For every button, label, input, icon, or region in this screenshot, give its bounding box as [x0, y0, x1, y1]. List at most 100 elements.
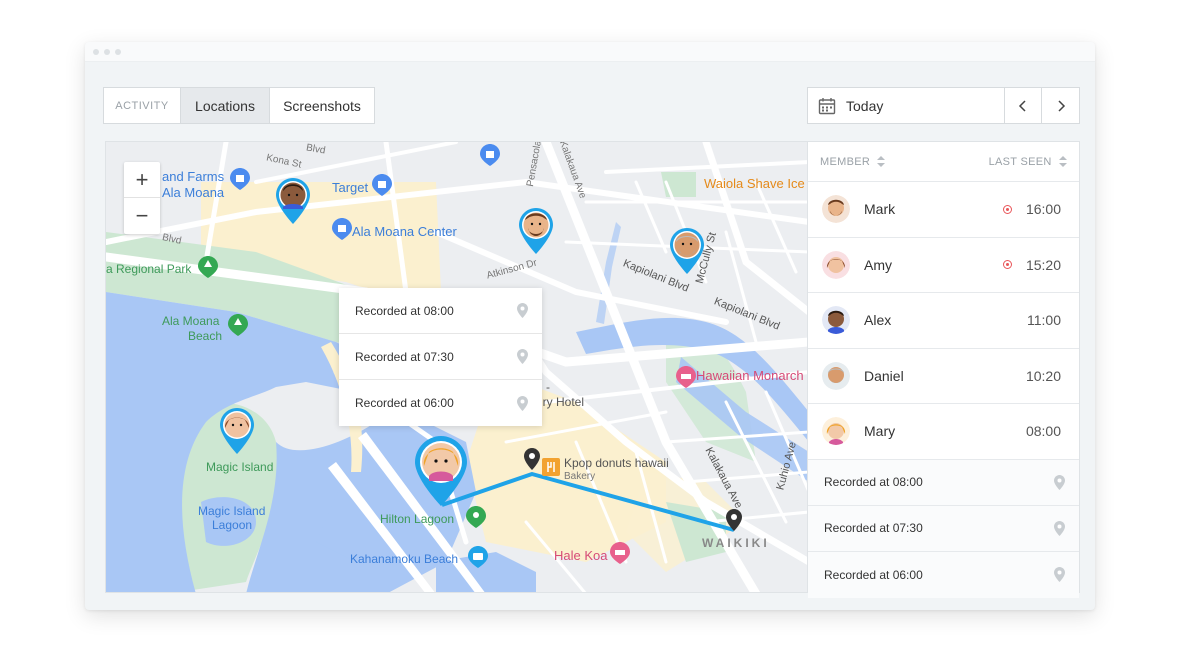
record-label: Recorded at 08:00	[824, 475, 923, 489]
shopping-bag-icon	[372, 174, 392, 196]
park-icon	[228, 314, 248, 336]
record-row[interactable]: Recorded at 08:00	[808, 459, 1079, 506]
window-dot	[93, 49, 99, 55]
view-tabs: ACTIVITY Locations Screenshots	[103, 87, 375, 124]
record-row[interactable]: Recorded at 07:30	[808, 505, 1079, 552]
map-view[interactable]: Kona St Blvd and Farms Ala Moana Target …	[105, 141, 808, 593]
record-label: Recorded at 07:30	[355, 349, 454, 364]
member-name: Mary	[864, 423, 896, 440]
shopping-bag-icon	[332, 218, 352, 240]
member-name: Amy	[864, 256, 892, 273]
map-label: ury Hotel	[536, 395, 585, 409]
member-last-seen: 08:00	[1025, 423, 1061, 440]
map-label: Lagoon	[212, 518, 253, 532]
record-label: Recorded at 06:00	[355, 396, 454, 410]
member-row[interactable]: Alex 11:00	[808, 293, 1079, 349]
sort-icon	[1059, 156, 1067, 168]
popup-record-row[interactable]: Recorded at 07:30	[339, 334, 542, 380]
title-bar	[85, 42, 1095, 62]
member-row[interactable]: Mary 08:00	[808, 404, 1079, 460]
popup-record-row[interactable]: Recorded at 08:00	[339, 288, 542, 334]
record-label: Recorded at 07:30	[824, 521, 923, 535]
shopping-bag-icon	[230, 168, 250, 190]
map-label: Ala Moana Center	[352, 224, 457, 239]
location-pin-icon	[1054, 567, 1065, 582]
hotel-icon	[610, 542, 630, 564]
date-picker-button[interactable]: Today	[808, 88, 1005, 123]
member-name: Mark	[864, 201, 896, 218]
map-label: Waiola Shave Ice	[704, 176, 805, 191]
restaurant-icon	[542, 458, 560, 476]
avatar	[822, 250, 850, 279]
record-label: Recorded at 06:00	[824, 567, 923, 582]
member-pin-avatar-selected[interactable]	[413, 434, 469, 508]
map-label: Ala Moana	[162, 314, 220, 328]
member-row[interactable]: Daniel 10:20	[808, 349, 1079, 404]
column-header-last-seen: LAST SEEN	[988, 155, 1052, 168]
park-icon	[198, 256, 218, 278]
map-label: Kpop donuts hawaii	[564, 456, 669, 470]
member-name: Alex	[864, 312, 892, 329]
members-table-header: MEMBER LAST SEEN	[808, 142, 1079, 182]
popup-record-row[interactable]: Recorded at 06:00	[339, 380, 542, 426]
window-dot	[115, 49, 121, 55]
record-label: Recorded at 08:00	[355, 303, 454, 318]
member-last-seen: 16:00	[1025, 201, 1061, 218]
location-pin-icon	[1054, 474, 1065, 490]
camera-icon	[468, 546, 488, 568]
location-pin-icon[interactable]	[726, 509, 742, 531]
record-row[interactable]: Recorded at 06:00	[808, 551, 1079, 598]
member-pin-avatar[interactable]	[274, 176, 312, 226]
member-row[interactable]: Mark 16:00	[808, 182, 1079, 238]
map-label: Hale Koa	[554, 548, 608, 563]
member-pin-avatar[interactable]	[668, 226, 706, 276]
sort-member-column[interactable]: MEMBER	[820, 155, 886, 168]
zoom-controls: + −	[124, 162, 160, 234]
location-history-popup: Recorded at 08:00 Recorded at 07:30 Reco…	[339, 288, 542, 426]
location-pin-icon[interactable]	[524, 448, 540, 470]
zoom-out-button[interactable]: −	[124, 198, 160, 234]
map-label: Hilton Lagoon	[380, 512, 455, 526]
member-last-seen: 10:20	[1025, 367, 1061, 384]
member-last-seen: 11:00	[1027, 312, 1061, 329]
tab-screenshots[interactable]: Screenshots	[270, 88, 374, 123]
window-dot	[104, 49, 110, 55]
map-label: Beach	[188, 329, 223, 343]
member-last-seen: 15:20	[1025, 256, 1061, 273]
member-pin-avatar[interactable]	[517, 206, 555, 256]
map-label: Bakery	[564, 471, 596, 482]
tab-activity[interactable]: ACTIVITY	[104, 88, 181, 123]
column-header-member: MEMBER	[820, 155, 871, 168]
map-label: Kahanamoku Beach	[350, 552, 459, 566]
location-pin-icon	[1054, 520, 1065, 536]
previous-day-button[interactable]	[1005, 88, 1042, 123]
member-name: Daniel	[864, 367, 904, 384]
sort-last-seen-column[interactable]: LAST SEEN	[989, 156, 1067, 168]
date-selector: Today	[807, 87, 1080, 124]
map-label: WAIKIKI	[702, 536, 770, 550]
location-pin-icon	[517, 303, 528, 318]
map-label: a Regional Park	[106, 262, 192, 276]
map-label: Ala Moana	[162, 185, 225, 200]
map-label: and Farms	[162, 169, 225, 184]
chevron-right-icon	[1057, 99, 1065, 112]
avatar	[822, 361, 850, 390]
date-label: Today	[846, 97, 884, 114]
map-label: Magic Island	[198, 504, 266, 518]
app-window: ACTIVITY Locations Screenshots Today Kon…	[85, 42, 1095, 610]
calendar-icon	[818, 97, 836, 114]
next-day-button[interactable]	[1042, 88, 1079, 123]
zoom-in-button[interactable]: +	[124, 162, 160, 198]
avatar	[822, 195, 850, 224]
map-label: Target	[332, 180, 369, 195]
online-indicator	[1002, 260, 1012, 270]
avatar	[822, 417, 850, 446]
member-row[interactable]: Amy 15:20	[808, 238, 1079, 293]
tab-locations[interactable]: Locations	[181, 88, 270, 123]
online-indicator	[1002, 204, 1012, 214]
sort-icon	[877, 156, 886, 168]
members-panel: MEMBER LAST SEEN Mark 16:00 Amy 15:20 Al…	[807, 141, 1080, 598]
location-pin-icon	[517, 349, 528, 364]
map-label: Hawaiian Monarch	[696, 368, 804, 383]
member-pin-avatar[interactable]	[218, 406, 256, 456]
